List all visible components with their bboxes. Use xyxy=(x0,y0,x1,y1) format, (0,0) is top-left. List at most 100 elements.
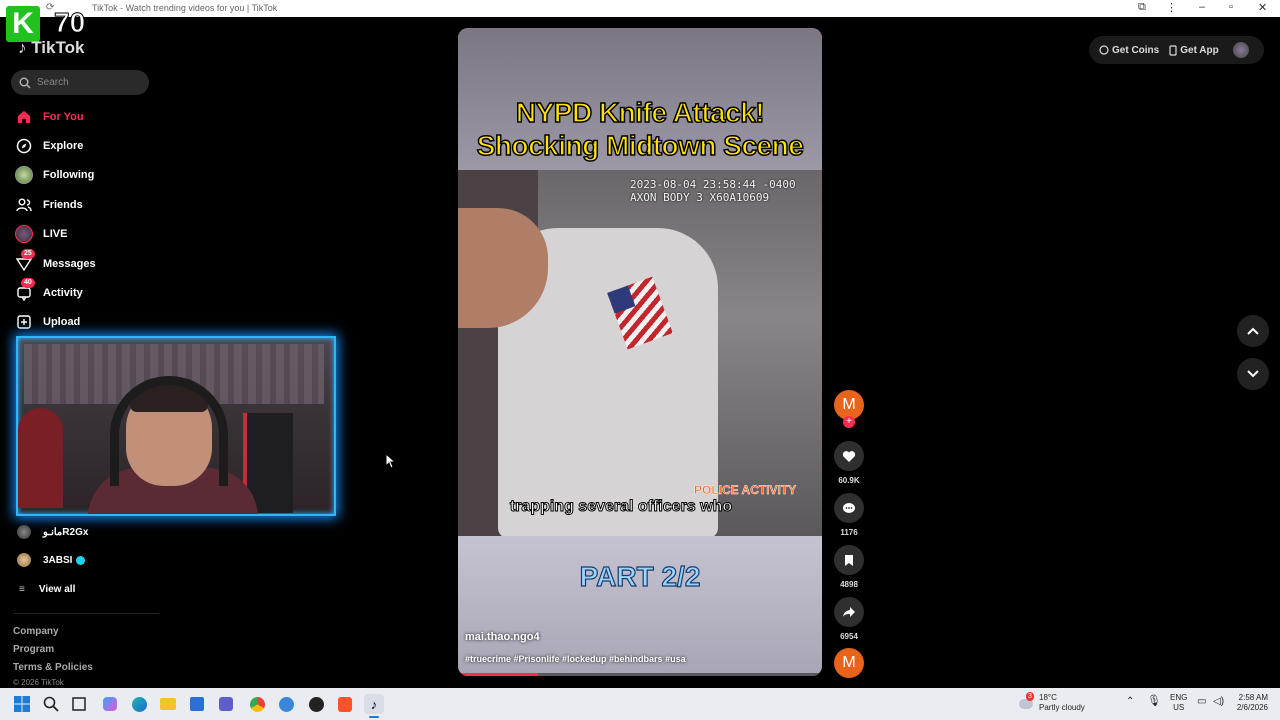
browser-titlebar: ⟳ TikTok - Watch trending videos for you… xyxy=(0,0,1280,17)
save-button[interactable] xyxy=(834,545,864,575)
sidebar-item-for-you[interactable]: For You xyxy=(14,106,164,128)
account-name: 3ABSI xyxy=(43,554,73,566)
top-right-bar: Get Coins Get App xyxy=(1089,36,1264,64)
get-app-label: Get App xyxy=(1180,44,1219,56)
music-disc-avatar[interactable]: M xyxy=(834,648,864,678)
timestamp-line1: 2023-08-04 23:58:44 -0400 xyxy=(630,178,796,191)
window-title: TikTok - Watch trending videos for you |… xyxy=(92,3,278,13)
next-video-button[interactable] xyxy=(1237,358,1269,390)
footer-link-program[interactable]: Program xyxy=(13,644,54,655)
view-all-label: View all xyxy=(38,583,76,595)
follow-plus-icon[interactable]: + xyxy=(843,416,855,428)
weather-temp: 18°C xyxy=(1039,693,1057,702)
chevron-down-icon xyxy=(1247,370,1259,378)
weather-widget[interactable]: 18°C Partly cloudy xyxy=(1039,693,1085,713)
clock-date: 2/6/2026 xyxy=(1236,703,1268,712)
restore-button[interactable]: ▫ xyxy=(1229,1,1233,13)
tiktok-logo[interactable]: ♪ TikTok xyxy=(18,38,84,58)
store-icon[interactable] xyxy=(187,694,207,714)
compass-icon xyxy=(14,136,34,156)
language-line1: ENG xyxy=(1170,693,1188,702)
sidebar-item-label: Upload xyxy=(43,316,81,328)
messages-badge: 25 xyxy=(21,249,35,259)
close-button[interactable]: ✕ xyxy=(1258,1,1267,14)
video-progress-fill xyxy=(458,673,539,676)
search-placeholder: Search xyxy=(37,77,69,88)
sidebar-item-label: LIVE xyxy=(43,228,68,240)
like-button[interactable] xyxy=(834,441,864,471)
network-icon[interactable]: ▭ xyxy=(1197,697,1206,707)
share-count: 6954 xyxy=(840,632,858,641)
following-account[interactable]: مانـوR2Gx xyxy=(17,522,88,542)
teams-icon[interactable] xyxy=(216,694,236,714)
phone-icon xyxy=(1169,44,1177,56)
tiktok-taskbar-icon[interactable]: ♪ xyxy=(364,694,384,714)
messages-icon: 25 xyxy=(14,249,35,274)
sidebar-item-friends[interactable]: Friends xyxy=(14,194,164,216)
mouse-cursor-icon xyxy=(386,454,396,468)
extensions-icon[interactable]: ⧉ xyxy=(1138,1,1146,14)
weather-desc: Partly cloudy xyxy=(1039,703,1085,712)
comment-button[interactable] xyxy=(834,493,864,523)
share-button[interactable] xyxy=(834,597,864,627)
language-line2: US xyxy=(1173,703,1185,712)
verified-icon xyxy=(76,555,86,565)
edge-icon[interactable] xyxy=(129,694,149,714)
sidebar-item-activity[interactable]: 40 Activity xyxy=(14,278,164,304)
activity-badge: 40 xyxy=(21,278,35,288)
sidebar-item-upload[interactable]: Upload xyxy=(14,311,164,333)
windows-start-icon[interactable] xyxy=(12,694,32,714)
menu-icon[interactable]: ⋮ xyxy=(1166,1,1177,14)
app-icon[interactable] xyxy=(306,694,326,714)
view-all-button[interactable]: ≡ View all xyxy=(17,579,75,599)
list-icon: ≡ xyxy=(19,583,25,595)
sidebar-item-label: Activity xyxy=(43,287,83,299)
get-coins-button[interactable]: Get Coins xyxy=(1099,45,1159,56)
chrome-icon[interactable] xyxy=(247,694,267,714)
app-icon[interactable] xyxy=(276,694,296,714)
copilot-icon[interactable] xyxy=(100,694,120,714)
minimize-button[interactable]: – xyxy=(1199,1,1205,13)
video-player[interactable]: NYPD Knife Attack! Shocking Midtown Scen… xyxy=(458,28,822,676)
file-explorer-icon[interactable] xyxy=(158,694,178,714)
task-view-icon[interactable] xyxy=(69,694,89,714)
weather-badge: 3 xyxy=(1026,692,1034,701)
bodycam-timestamp: 2023-08-04 23:58:44 -0400 AXON BODY 3 X6… xyxy=(630,178,796,204)
sidebar-item-following[interactable]: Following xyxy=(14,164,164,186)
footer-link-company[interactable]: Company xyxy=(13,626,59,637)
volume-icon[interactable]: ◁) xyxy=(1213,697,1224,707)
clock[interactable]: 2:58 AM 2/6/2026 xyxy=(1232,693,1268,713)
language-indicator[interactable]: ENG US xyxy=(1170,693,1187,713)
sidebar-item-messages[interactable]: 25 Messages xyxy=(14,249,164,275)
account-name: مانـوR2Gx xyxy=(43,526,89,538)
live-icon xyxy=(14,224,34,244)
headphones-icon xyxy=(110,376,228,486)
brave-icon[interactable] xyxy=(335,694,355,714)
search-taskbar-icon[interactable] xyxy=(41,694,61,714)
video-subtitle: trapping several officers who xyxy=(509,498,733,516)
profile-avatar[interactable] xyxy=(1232,42,1249,58)
footer-link-terms[interactable]: Terms & Policies xyxy=(13,662,93,673)
search-input[interactable]: Search xyxy=(11,70,149,95)
chevron-up-tray-icon[interactable]: ⌃ xyxy=(1126,697,1134,707)
chevron-up-icon xyxy=(1247,327,1259,335)
video-hashtags[interactable]: #truecrime #Prisonlife #lockedup #behind… xyxy=(465,654,686,664)
video-progress-bar[interactable] xyxy=(458,673,822,676)
friends-icon xyxy=(14,195,34,215)
get-app-button[interactable]: Get App xyxy=(1169,45,1219,56)
sidebar-item-explore[interactable]: Explore xyxy=(14,135,164,157)
logo-text: TikTok xyxy=(31,38,85,57)
sidebar-item-label: For You xyxy=(43,111,84,123)
microphone-icon[interactable]: 🎙 xyxy=(1147,696,1161,707)
avatar xyxy=(17,525,31,539)
weather-icon[interactable]: 3 xyxy=(1016,692,1036,714)
sidebar-item-label: Following xyxy=(43,169,95,181)
video-author[interactable]: mai.thao.ngo4 xyxy=(465,631,540,643)
video-title-line2: Shocking Midtown Scene xyxy=(476,129,805,162)
following-account[interactable]: 3ABSI xyxy=(17,550,86,570)
heart-icon xyxy=(842,450,856,462)
previous-video-button[interactable] xyxy=(1237,315,1269,347)
sidebar-item-live[interactable]: LIVE xyxy=(14,223,164,245)
comment-icon xyxy=(843,502,855,513)
divider xyxy=(13,613,159,614)
